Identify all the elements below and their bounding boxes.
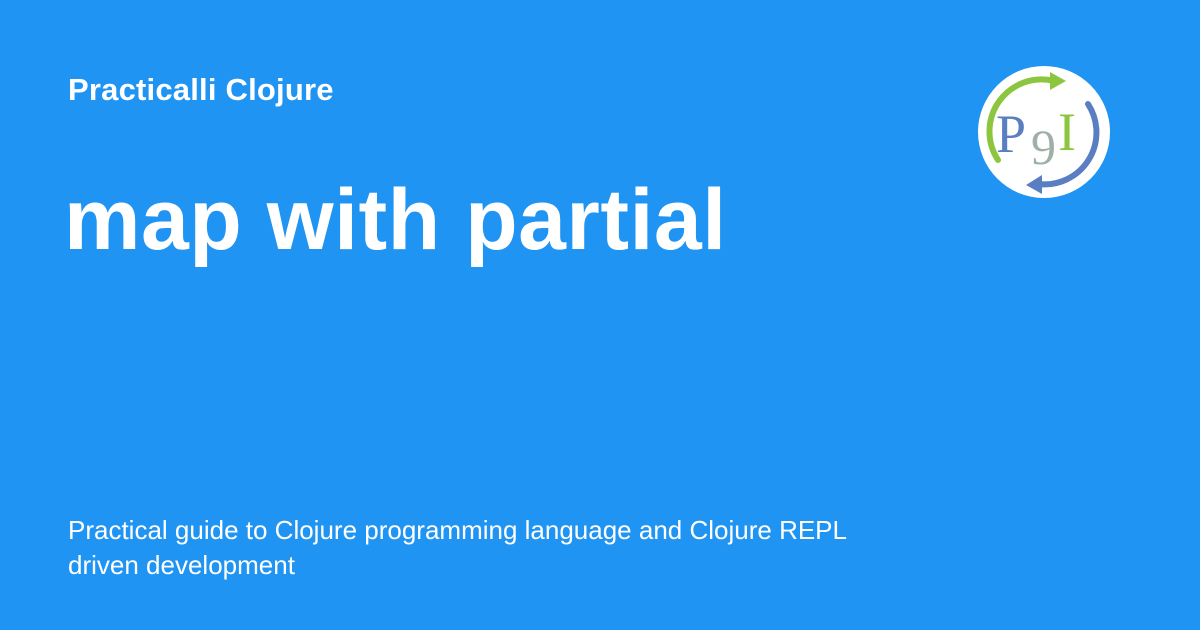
logo-letter-p: P — [996, 104, 1026, 164]
logo-letter-9: 9 — [1031, 119, 1056, 175]
logo-letter-i: I — [1058, 102, 1076, 162]
practicalli-logo: P 9 I — [976, 64, 1112, 200]
practicalli-logo-icon: P 9 I — [978, 66, 1110, 198]
site-name: Practicalli Clojure — [68, 72, 334, 107]
page-description: Practical guide to Clojure programming l… — [68, 515, 847, 580]
social-card: Practicalli Clojure map with partial Pra… — [0, 0, 1200, 630]
page-title: map with partial — [64, 172, 727, 268]
